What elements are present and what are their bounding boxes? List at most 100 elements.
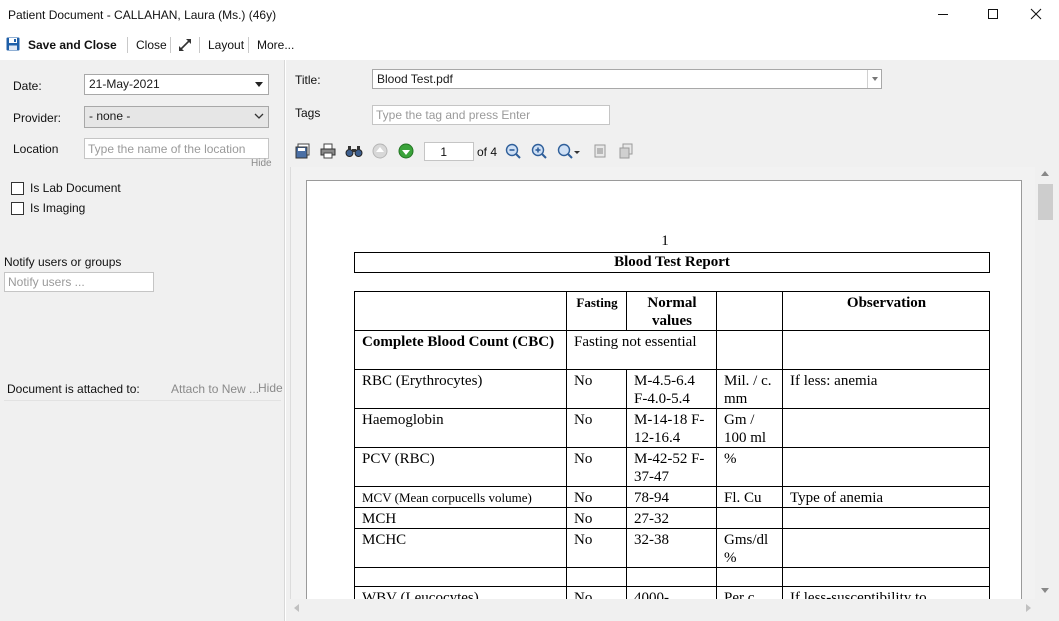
page-number-input[interactable] xyxy=(424,142,474,161)
table-row: MCV (Mean corpucells volume) No 78-94 Fl… xyxy=(354,486,990,508)
two-page-icon xyxy=(618,143,634,162)
table-row: PCV (RBC) No M-42-52 F-37-47 % xyxy=(354,447,990,487)
notify-users-input[interactable] xyxy=(4,272,154,292)
table-cell: No xyxy=(566,408,627,448)
table-cell: MCV (Mean corpucells volume) xyxy=(354,486,567,508)
save-and-close-button[interactable]: Save and Close xyxy=(28,38,117,52)
location-input[interactable] xyxy=(84,138,269,159)
table-cell xyxy=(782,507,990,529)
table-cell: No xyxy=(566,586,627,599)
table-cell: Complete Blood Count (CBC) xyxy=(354,330,567,370)
table-cell: 4000- xyxy=(626,586,717,599)
single-page-button[interactable] xyxy=(591,143,609,161)
table-row: MCH No 27-32 xyxy=(354,507,990,529)
report-title: Blood Test Report xyxy=(354,252,990,273)
pdf-viewport[interactable]: 1 Blood Test Report Fasting Normal value… xyxy=(290,167,1035,599)
attach-to-new-link[interactable]: Attach to New ... xyxy=(171,382,259,396)
page-count-label: of 4 xyxy=(477,145,498,159)
table-cell: Gms/dl % xyxy=(716,528,783,568)
table-cell xyxy=(716,567,783,587)
table-cell: No xyxy=(566,507,627,529)
find-button[interactable] xyxy=(345,143,363,161)
location-hide-link[interactable]: Hide xyxy=(251,158,272,169)
single-page-icon xyxy=(592,143,608,162)
chevron-down-icon[interactable] xyxy=(255,82,263,87)
table-cell xyxy=(782,567,990,587)
close-button[interactable]: Close xyxy=(136,38,167,52)
header-cell: Fasting xyxy=(566,291,627,331)
scroll-down-icon[interactable] xyxy=(1041,588,1049,593)
date-label: Date: xyxy=(13,79,42,93)
maximize-button[interactable] xyxy=(970,0,1016,31)
previous-page-button[interactable] xyxy=(371,143,389,161)
provider-label: Provider: xyxy=(13,111,62,125)
table-cell: Fasting not essential xyxy=(566,330,717,370)
table-cell xyxy=(716,330,783,370)
table-cell xyxy=(626,567,717,587)
scroll-left-icon[interactable] xyxy=(294,604,299,612)
table-cell: Haemoglobin xyxy=(354,408,567,448)
lab-document-checkbox[interactable] xyxy=(11,182,24,195)
toolbar-separator xyxy=(127,37,128,53)
header-cell xyxy=(716,291,783,331)
table-cell: M-14-18 F-12-16.4 xyxy=(626,408,717,448)
chevron-down-icon xyxy=(254,110,264,125)
table-row: Haemoglobin No M-14-18 F-12-16.4 Gm / 10… xyxy=(354,408,990,448)
date-picker[interactable]: 21-May-2021 xyxy=(84,74,269,95)
horizontal-scrollbar[interactable] xyxy=(290,599,1035,617)
zoom-menu-button[interactable] xyxy=(556,143,582,161)
imaging-checkbox[interactable] xyxy=(11,202,24,215)
save-copy-icon xyxy=(295,143,311,162)
scroll-right-icon[interactable] xyxy=(1026,604,1031,612)
more-button[interactable]: More... xyxy=(257,38,294,52)
table-cell: M-42-52 F-37-47 xyxy=(626,447,717,487)
lab-document-label: Is Lab Document xyxy=(30,181,121,195)
vertical-scrollbar[interactable] xyxy=(1035,167,1055,599)
table-cell: If less-susceptibility to xyxy=(782,586,990,599)
table-cell xyxy=(782,528,990,568)
print-button[interactable] xyxy=(319,143,337,161)
attach-hide-link[interactable]: Hide xyxy=(258,381,283,395)
toolbar-separator xyxy=(248,37,249,53)
table-cell: 27-32 xyxy=(626,507,717,529)
chevron-down-icon[interactable] xyxy=(867,70,881,88)
table-cell xyxy=(782,447,990,487)
table-cell: PCV (RBC) xyxy=(354,447,567,487)
magnifier-dropdown-icon xyxy=(557,143,581,162)
provider-select[interactable]: - none - xyxy=(84,106,269,128)
tags-input[interactable] xyxy=(372,105,610,125)
table-row: WBV (Leucocytes) No 4000- Per c. If less… xyxy=(354,586,990,599)
two-page-button[interactable] xyxy=(617,143,635,161)
scrollbar-thumb[interactable] xyxy=(1038,184,1053,220)
table-cell: M-4.5-6.4 F-4.0-5.4 xyxy=(626,369,717,409)
table-cell: No xyxy=(566,528,627,568)
zoom-in-button[interactable] xyxy=(530,143,548,161)
header-cell xyxy=(354,291,567,331)
close-window-button[interactable] xyxy=(1013,0,1059,31)
attached-to-label: Document is attached to: xyxy=(7,382,140,396)
notify-label: Notify users or groups xyxy=(4,255,122,269)
next-page-button[interactable] xyxy=(397,143,415,161)
table-cell: % xyxy=(716,447,783,487)
expand-arrows-icon[interactable] xyxy=(177,37,193,56)
minimize-button[interactable] xyxy=(920,0,966,31)
table-cell: If less: anemia xyxy=(782,369,990,409)
title-value: Blood Test.pdf xyxy=(377,72,453,86)
imaging-label: Is Imaging xyxy=(30,201,86,215)
table-cell xyxy=(782,330,990,370)
layout-button[interactable]: Layout xyxy=(208,38,244,52)
table-cell: 32-38 xyxy=(626,528,717,568)
arrow-down-circle-icon xyxy=(398,143,414,162)
arrow-up-circle-icon xyxy=(372,143,388,162)
save-pdf-button[interactable] xyxy=(294,143,312,161)
provider-value: - none - xyxy=(89,109,131,123)
window-title: Patient Document - CALLAHAN, Laura (Ms.)… xyxy=(8,8,277,22)
title-label: Title: xyxy=(295,73,321,87)
table-cell: RBC (Erythrocytes) xyxy=(354,369,567,409)
table-row: RBC (Erythrocytes) No M-4.5-6.4 F-4.0-5.… xyxy=(354,369,990,409)
title-input[interactable]: Blood Test.pdf xyxy=(372,69,882,89)
zoom-out-button[interactable] xyxy=(504,143,522,161)
scroll-up-icon[interactable] xyxy=(1041,171,1049,176)
zoom-in-icon xyxy=(531,143,547,162)
close-icon xyxy=(1030,8,1042,23)
